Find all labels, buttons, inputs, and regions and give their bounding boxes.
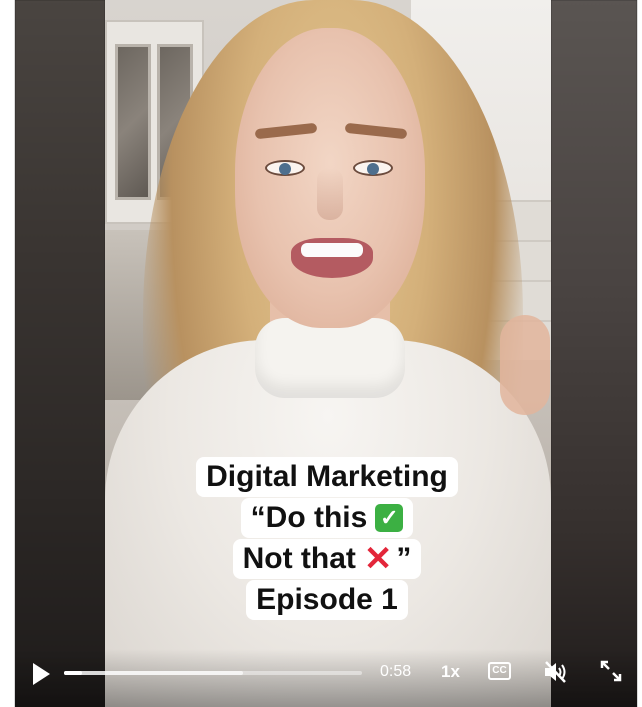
caption-line-3: Not that ✕ ” — [232, 539, 422, 579]
caption-text: Episode 1 — [256, 583, 398, 616]
cabinet-pane — [115, 44, 151, 200]
right-eyebrow — [344, 122, 408, 140]
caption-text: Digital Marketing — [206, 460, 448, 493]
play-button[interactable] — [29, 661, 53, 687]
time-display: 0:58 — [380, 663, 412, 680]
caption-line-2: “Do this ✓ — [240, 498, 414, 538]
mute-button[interactable] — [543, 660, 569, 684]
mouth — [291, 238, 373, 278]
caption-line-1: Digital Marketing — [196, 457, 458, 497]
progress-fill — [64, 671, 82, 675]
playback-speed-button[interactable]: 1x — [441, 662, 460, 682]
check-mark-icon: ✓ — [375, 504, 404, 532]
caption-line-4: Episode 1 — [246, 580, 408, 620]
progress-buffer — [64, 671, 243, 675]
expand-icon — [600, 660, 622, 682]
video-player[interactable]: Digital Marketing “Do this ✓ Not that ✕ … — [14, 0, 638, 707]
caption-text: Not that — [242, 542, 356, 575]
turtleneck-collar — [255, 318, 405, 398]
hand — [500, 315, 550, 415]
nose — [317, 168, 343, 220]
right-eye — [353, 160, 393, 176]
face — [235, 28, 425, 328]
speaker-muted-icon — [545, 661, 566, 683]
player-controls: 0:58 1x CC — [15, 649, 637, 707]
cross-mark-icon: ✕ — [363, 540, 393, 578]
left-eye — [265, 160, 305, 176]
progress-bar[interactable] — [64, 671, 362, 675]
fullscreen-button[interactable] — [599, 659, 623, 683]
caption-sticker: Digital Marketing “Do this ✓ Not that ✕ … — [15, 456, 637, 620]
caption-text: “Do this — [250, 501, 368, 534]
closed-captions-button[interactable]: CC — [488, 662, 511, 680]
caption-text: ” — [396, 542, 412, 575]
left-eyebrow — [254, 122, 318, 140]
